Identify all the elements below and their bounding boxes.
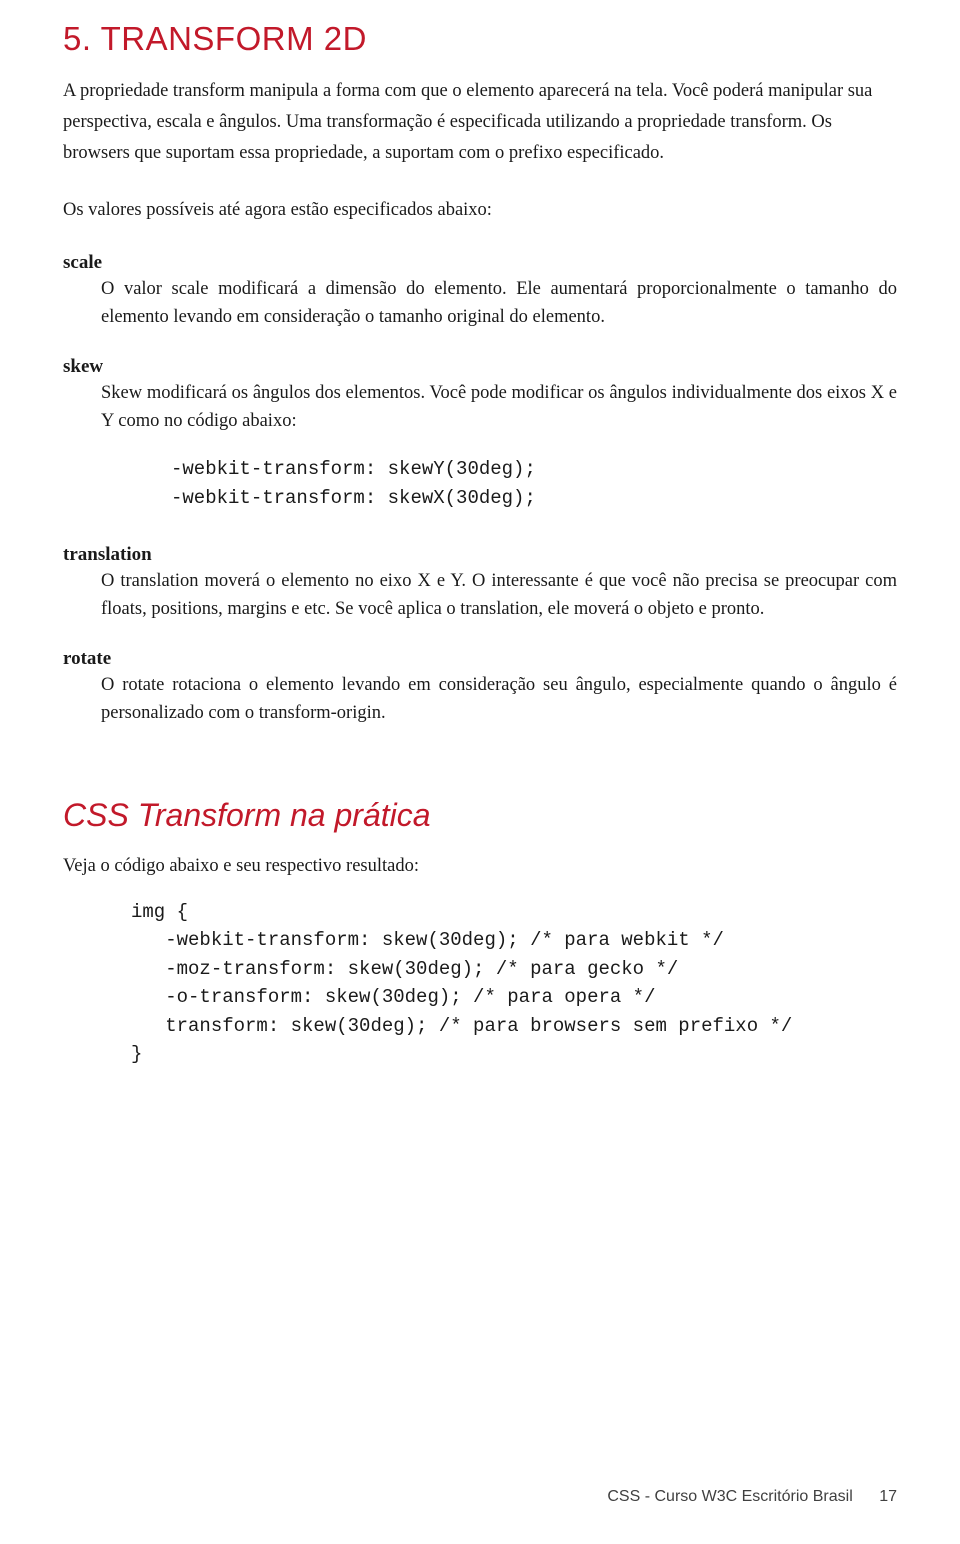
sub-intro-paragraph: Os valores possíveis até agora estão esp… — [63, 195, 897, 226]
code-practice: img { -webkit-transform: skew(30deg); /*… — [63, 898, 897, 1069]
term-translation: translation — [63, 544, 897, 566]
page-footer: CSS - Curso W3C Escritório Brasil 17 — [607, 1488, 897, 1506]
definition-rotate: rotate O rotate rotaciona o elemento lev… — [63, 648, 897, 728]
definition-translation: translation O translation moverá o eleme… — [63, 544, 897, 624]
section-intro: Veja o código abaixo e seu respectivo re… — [63, 852, 897, 882]
term-skew: skew — [63, 356, 897, 378]
section-title: CSS Transform na prática — [63, 797, 897, 834]
term-rotate: rotate — [63, 648, 897, 670]
definition-scale: scale O valor scale modificará a dimensã… — [63, 252, 897, 332]
term-scale: scale — [63, 252, 897, 274]
intro-paragraph: A propriedade transform manipula a forma… — [63, 76, 897, 169]
desc-scale: O valor scale modificará a dimensão do e… — [63, 276, 897, 332]
page-title: 5. TRANSFORM 2D — [63, 20, 897, 58]
desc-rotate: O rotate rotaciona o elemento levando em… — [63, 672, 897, 728]
desc-translation: O translation moverá o elemento no eixo … — [63, 568, 897, 624]
page-number: 17 — [879, 1488, 897, 1505]
footer-text: CSS - Curso W3C Escritório Brasil — [607, 1488, 852, 1505]
code-skew: -webkit-transform: skewY(30deg); -webkit… — [63, 455, 897, 512]
definition-skew: skew Skew modificará os ângulos dos elem… — [63, 356, 897, 513]
desc-skew: Skew modificará os ângulos dos elementos… — [63, 380, 897, 436]
